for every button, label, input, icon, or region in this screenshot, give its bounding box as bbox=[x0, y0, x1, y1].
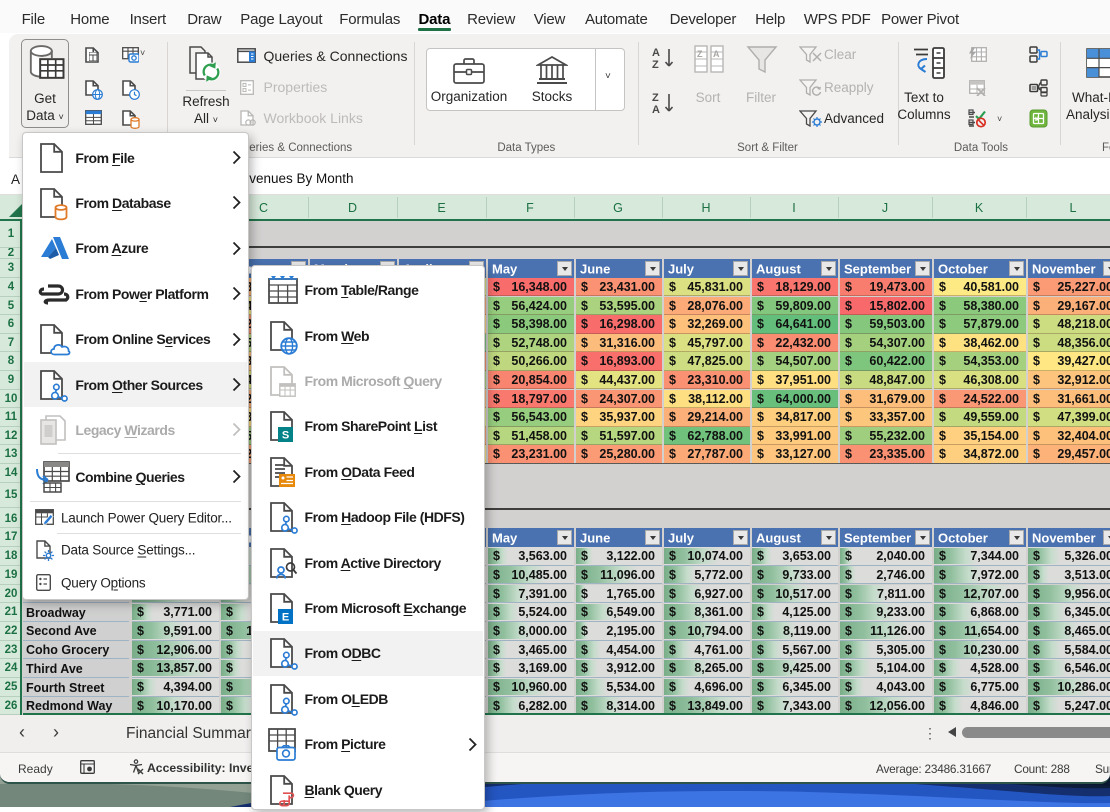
svg-text:A: A bbox=[652, 104, 660, 116]
svg-text:Z: Z bbox=[697, 49, 703, 59]
svg-text:A: A bbox=[652, 47, 660, 59]
svg-text:E: E bbox=[282, 612, 289, 624]
svg-text:Z: Z bbox=[652, 59, 659, 71]
svg-text:S: S bbox=[282, 430, 289, 442]
svg-text:Z: Z bbox=[652, 92, 659, 104]
svg-text:A: A bbox=[713, 49, 720, 59]
